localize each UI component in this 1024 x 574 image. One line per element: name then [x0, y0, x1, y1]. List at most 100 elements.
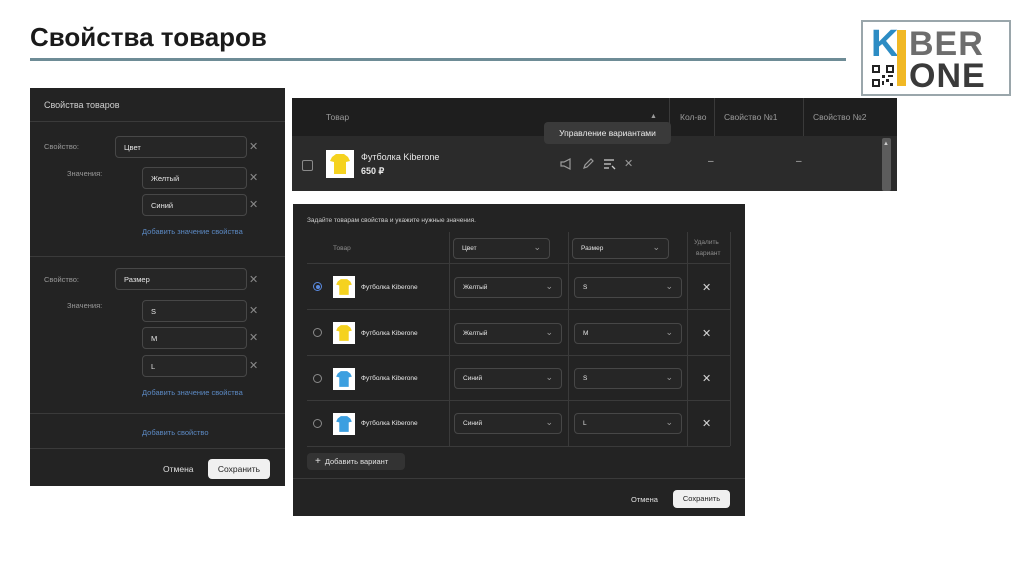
cancel-button[interactable]: Отмена [631, 495, 658, 504]
save-button[interactable]: Сохранить [673, 490, 730, 508]
variant-radio[interactable] [313, 282, 322, 291]
property-label: Свойство: [44, 275, 80, 284]
prop1-value: – [796, 156, 802, 167]
grid-line [449, 232, 450, 446]
divider [30, 121, 285, 122]
column-header-product[interactable]: Товар [326, 112, 349, 122]
values-label: Значения: [67, 169, 103, 178]
close-icon[interactable]: ✕ [249, 141, 258, 153]
property-name-input[interactable]: Цвет [115, 136, 247, 158]
grid-line [687, 232, 688, 446]
property-value-input[interactable]: S [142, 300, 247, 322]
property-value-input[interactable]: L [142, 355, 247, 377]
add-variant-button[interactable]: + Добавить вариант [307, 453, 405, 470]
add-property-link[interactable]: Добавить свойство [142, 428, 209, 437]
grid-line [307, 263, 730, 264]
property-name-input[interactable]: Размер [115, 268, 247, 290]
grid-line [730, 232, 731, 446]
close-icon[interactable]: ✕ [249, 305, 258, 317]
property-select-color[interactable]: Цвет ⌄ [453, 238, 550, 259]
variant-size-select[interactable]: S ⌄ [574, 277, 682, 298]
kiberone-logo: K BER ONE [861, 20, 1011, 96]
qty-value: – [708, 156, 714, 167]
chevron-down-icon: ⌄ [665, 281, 673, 291]
variants-icon[interactable] [603, 158, 616, 170]
variant-radio[interactable] [313, 328, 322, 337]
pencil-icon[interactable] [582, 158, 594, 170]
divider [30, 448, 285, 449]
cancel-button[interactable]: Отмена [163, 464, 194, 474]
column-header-product: Товар [333, 245, 351, 252]
logo-k: K [871, 23, 899, 65]
grid-line [307, 355, 730, 356]
tshirt-image [333, 368, 355, 390]
grid-line [307, 400, 730, 401]
tooltip: Управление вариантами [544, 122, 671, 144]
column-header-prop1[interactable]: Свойство №1 [724, 112, 778, 122]
variant-radio[interactable] [313, 419, 322, 428]
chevron-down-icon: ⌄ [665, 372, 673, 382]
product-name[interactable]: Футболка Kiberone [361, 152, 439, 162]
chevron-down-icon: ⌄ [545, 372, 553, 382]
select-value: M [583, 330, 589, 337]
variant-color-select[interactable]: Желтый ⌄ [454, 323, 562, 344]
variant-radio[interactable] [313, 374, 322, 383]
property-label: Свойство: [44, 142, 80, 151]
product-properties-dialog: Свойства товаров Свойство: Цвет ✕ Значен… [30, 88, 285, 486]
dialog-title: Свойства товаров [44, 100, 120, 110]
property-value-input[interactable]: M [142, 327, 247, 349]
variant-size-select[interactable]: M ⌄ [574, 323, 682, 344]
select-value: Синий [463, 375, 483, 382]
column-header-qty[interactable]: Кол-во [680, 112, 706, 122]
select-value: Размер [581, 245, 604, 252]
variant-size-select[interactable]: S ⌄ [574, 368, 682, 389]
close-icon[interactable]: ✕ [249, 199, 258, 211]
select-value: Синий [463, 420, 483, 427]
variant-product-name: Футболка Kiberone [361, 330, 418, 337]
select-value: Желтый [463, 330, 488, 337]
property-value-input[interactable]: Синий [142, 194, 247, 216]
variant-color-select[interactable]: Желтый ⌄ [454, 277, 562, 298]
add-property-value-link[interactable]: Добавить значение свойства [142, 227, 243, 236]
close-icon[interactable]: ✕ [249, 332, 258, 344]
variant-color-select[interactable]: Синий ⌄ [454, 368, 562, 389]
grid-line [568, 232, 569, 446]
add-property-value-link[interactable]: Добавить значение свойства [142, 388, 243, 397]
product-table: Товар ▲ Кол-во Свойство №1 Свойство №2 Ф… [292, 98, 897, 191]
delete-variant-icon[interactable]: ✕ [702, 281, 711, 294]
close-icon[interactable]: ✕ [249, 274, 258, 286]
tshirt-image [333, 276, 355, 298]
delete-variant-icon[interactable]: ✕ [702, 327, 711, 340]
close-icon[interactable]: ✕ [249, 360, 258, 372]
variant-color-select[interactable]: Синий ⌄ [454, 413, 562, 434]
select-value: S [583, 284, 588, 291]
select-value: S [583, 375, 588, 382]
variant-product-name: Футболка Kiberone [361, 420, 418, 427]
tshirt-image [333, 322, 355, 344]
select-value: Цвет [462, 245, 477, 252]
qr-code-icon [871, 64, 895, 88]
close-icon[interactable]: ✕ [249, 172, 258, 184]
divider [30, 413, 285, 414]
tshirt-image [326, 150, 354, 178]
scroll-up-icon[interactable]: ▲ [883, 141, 889, 147]
property-select-size[interactable]: Размер ⌄ [572, 238, 669, 259]
column-header-delete: Удалить [694, 239, 719, 246]
logo-one: ONE [909, 57, 986, 95]
megaphone-icon[interactable] [560, 158, 573, 170]
save-button[interactable]: Сохранить [208, 459, 270, 479]
chevron-down-icon: ⌄ [545, 417, 553, 427]
table-row[interactable]: Футболка Kiberone 650 ₽ ✕ – – [292, 136, 897, 191]
property-value-input[interactable]: Желтый [142, 167, 247, 189]
tshirt-image [333, 413, 355, 435]
delete-variant-icon[interactable]: ✕ [702, 417, 711, 430]
column-header-prop2[interactable]: Свойство №2 [813, 112, 867, 122]
column-header-delete-2: вариант [696, 250, 721, 257]
variants-dialog: Задайте товарам свойства и укажите нужны… [293, 204, 745, 516]
variant-size-select[interactable]: L ⌄ [574, 413, 682, 434]
close-icon[interactable]: ✕ [624, 157, 633, 170]
delete-variant-icon[interactable]: ✕ [702, 372, 711, 385]
chevron-down-icon: ⌄ [665, 417, 673, 427]
sort-arrow-icon[interactable]: ▲ [650, 113, 657, 120]
row-checkbox[interactable] [302, 160, 313, 171]
